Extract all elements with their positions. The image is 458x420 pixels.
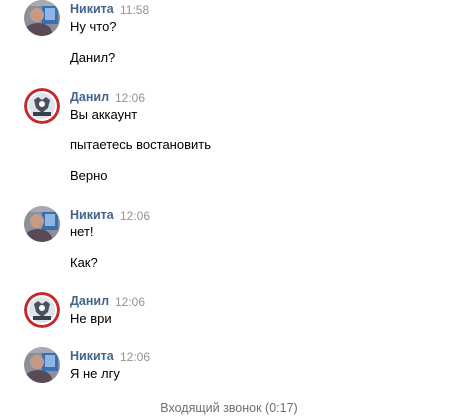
message-author[interactable]: Данил	[70, 90, 109, 104]
message-text: Как?	[70, 255, 98, 270]
message-time[interactable]: 12:06	[120, 209, 150, 223]
nikita-avatar[interactable]	[24, 347, 60, 383]
message-author[interactable]: Никита	[70, 349, 114, 363]
message-author[interactable]: Данил	[70, 294, 109, 308]
message-text: пытаетесь востановить	[70, 137, 211, 152]
message-text: Я не лгу	[70, 366, 120, 381]
message-text: Данил?	[70, 50, 116, 65]
message-time[interactable]: 11:58	[120, 3, 149, 17]
message-text: Ну что?	[70, 19, 117, 34]
message-time[interactable]: 12:06	[115, 91, 145, 105]
message-text: Не ври	[70, 311, 112, 326]
message-text: нет!	[70, 224, 94, 239]
nikita-avatar[interactable]	[24, 0, 60, 36]
message-text: Вы аккаунт	[70, 107, 138, 122]
nikita-avatar[interactable]	[24, 206, 60, 242]
danil-avatar[interactable]	[24, 88, 60, 124]
danil-avatar[interactable]	[24, 292, 60, 328]
message-author[interactable]: Никита	[70, 208, 114, 222]
message-text: Верно	[70, 168, 108, 183]
message-time[interactable]: 12:06	[120, 350, 150, 364]
message-author[interactable]: Никита	[70, 2, 114, 16]
message-time[interactable]: 12:06	[115, 295, 145, 309]
incoming-call-notice[interactable]: Входящий звонок (0:17)	[0, 401, 458, 415]
